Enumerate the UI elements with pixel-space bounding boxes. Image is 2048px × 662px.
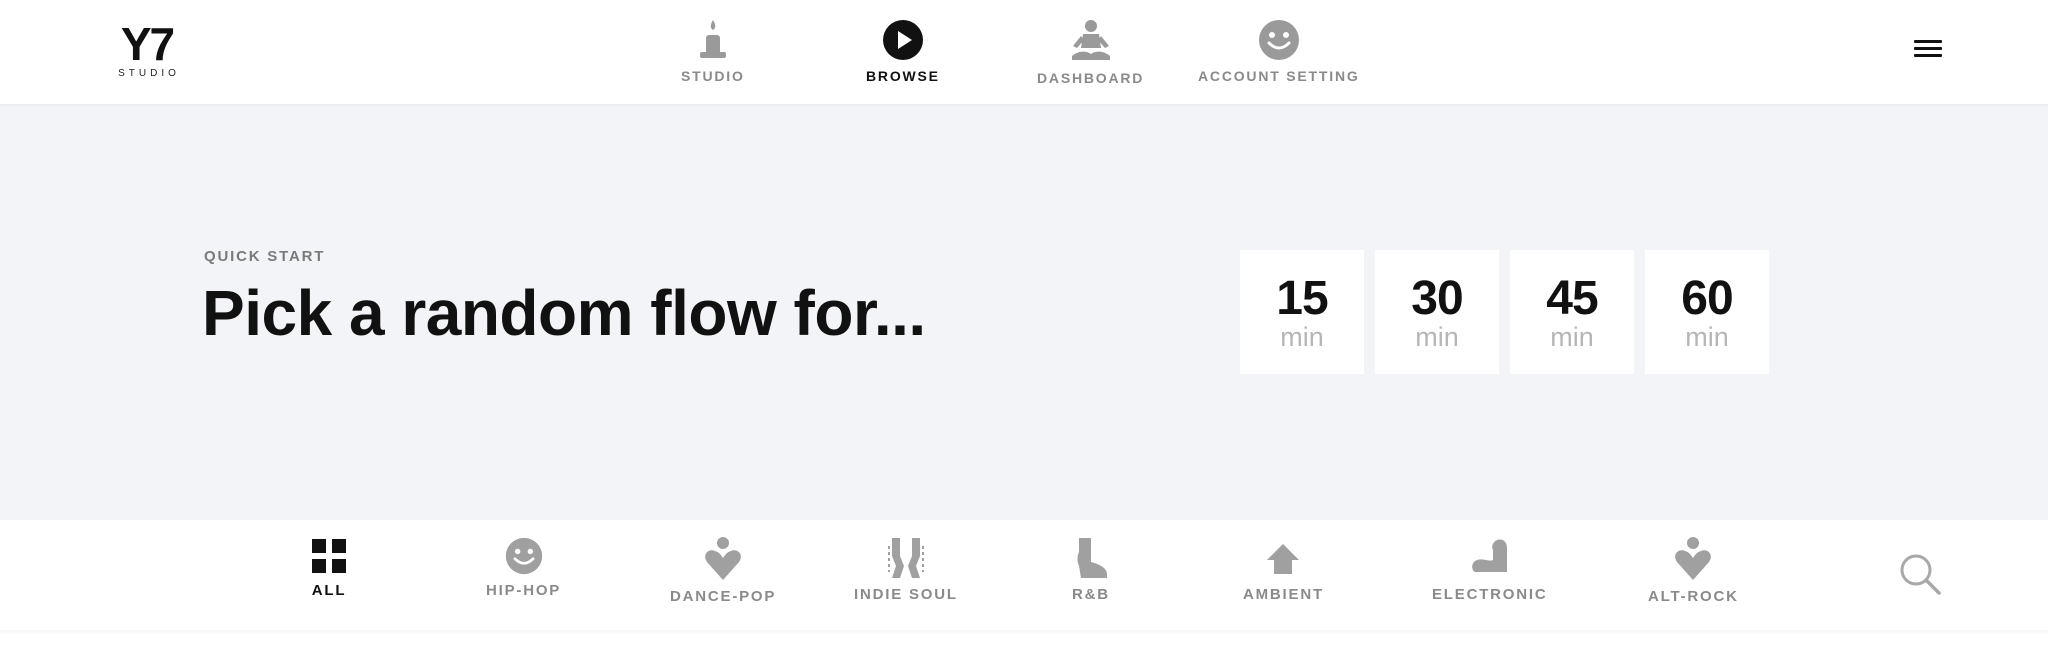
flex-arm-icon	[1471, 539, 1507, 572]
nav-item-account-setting[interactable]: ACCOUNT SETTING	[1198, 18, 1360, 84]
body-icon	[887, 538, 924, 578]
duration-value: 15	[1276, 272, 1328, 325]
nav-label-account-setting: ACCOUNT SETTING	[1198, 68, 1360, 84]
grid-icon	[312, 539, 346, 573]
genre-alt-rock[interactable]: ALT-ROCK	[1648, 536, 1739, 605]
duration-60-button[interactable]: 60 min	[1645, 250, 1769, 374]
brand-logo[interactable]: Y7 STUDIO	[103, 18, 191, 84]
genre-label-electronic: ELECTRONIC	[1432, 586, 1548, 603]
duration-unit: min	[1415, 322, 1459, 352]
duration-value: 30	[1411, 272, 1463, 325]
genre-label-dance-pop: DANCE-POP	[670, 588, 777, 605]
meditation-icon	[1071, 20, 1110, 60]
brand-logo-mark: Y7	[120, 18, 175, 70]
genre-electronic[interactable]: ELECTRONIC	[1432, 536, 1548, 603]
genre-label-alt-rock: ALT-ROCK	[1648, 588, 1739, 605]
genre-r-and-b[interactable]: R&B	[1071, 536, 1111, 603]
genre-label-r-and-b: R&B	[1072, 586, 1110, 603]
duration-unit: min	[1280, 322, 1324, 352]
brand-logo-subtitle: STUDIO	[118, 68, 180, 79]
nav-label-dashboard: DASHBOARD	[1037, 70, 1145, 86]
boot-icon	[1077, 538, 1107, 578]
house-icon	[1267, 544, 1300, 574]
quick-start-section: QUICK START Pick a random flow for... 15…	[0, 104, 2048, 520]
nav-item-dashboard[interactable]: DASHBOARD	[1037, 18, 1144, 86]
search-icon[interactable]	[1898, 552, 1942, 596]
heart-figure-icon	[705, 537, 741, 580]
duration-unit: min	[1685, 322, 1729, 352]
duration-30-button[interactable]: 30 min	[1375, 250, 1499, 374]
nav-label-browse: BROWSE	[866, 68, 940, 84]
duration-unit: min	[1550, 322, 1594, 352]
quick-start-eyebrow: QUICK START	[204, 248, 326, 265]
duration-value: 60	[1681, 272, 1733, 325]
duration-45-button[interactable]: 45 min	[1510, 250, 1634, 374]
genre-ambient[interactable]: AMBIENT	[1243, 536, 1324, 603]
play-icon	[882, 20, 923, 60]
genre-hip-hop[interactable]: HIP-HOP	[486, 536, 561, 599]
nav-item-studio[interactable]: STUDIO	[681, 18, 745, 84]
genre-all[interactable]: ALL	[311, 536, 347, 599]
smiley-icon	[1258, 20, 1299, 60]
quick-start-headline: Pick a random flow for...	[202, 277, 926, 349]
hamburger-menu-icon[interactable]	[1914, 40, 1942, 62]
nav-item-browse[interactable]: BROWSE	[866, 18, 940, 84]
genre-label-indie-soul: INDIE SOUL	[854, 586, 958, 603]
genre-label-hip-hop: HIP-HOP	[486, 582, 562, 599]
top-navigation-bar: Y7 STUDIO STUDIO BROWSE DASHBOARD ACCOUN…	[0, 0, 2048, 104]
genre-dance-pop[interactable]: DANCE-POP	[670, 536, 776, 605]
heart-figure-icon	[1675, 537, 1712, 580]
nav-label-studio: STUDIO	[681, 68, 745, 84]
genre-indie-soul[interactable]: INDIE SOUL	[854, 536, 958, 603]
candle-icon	[699, 20, 726, 58]
genre-label-all: ALL	[311, 582, 347, 599]
duration-value: 45	[1546, 272, 1598, 325]
genre-filter-bar: ALL HIP-HOP DANCE-POP INDIE SOUL R&B AMB…	[0, 520, 2048, 630]
smiley-icon	[505, 537, 542, 575]
genre-label-ambient: AMBIENT	[1243, 586, 1324, 603]
duration-15-button[interactable]: 15 min	[1240, 250, 1364, 374]
